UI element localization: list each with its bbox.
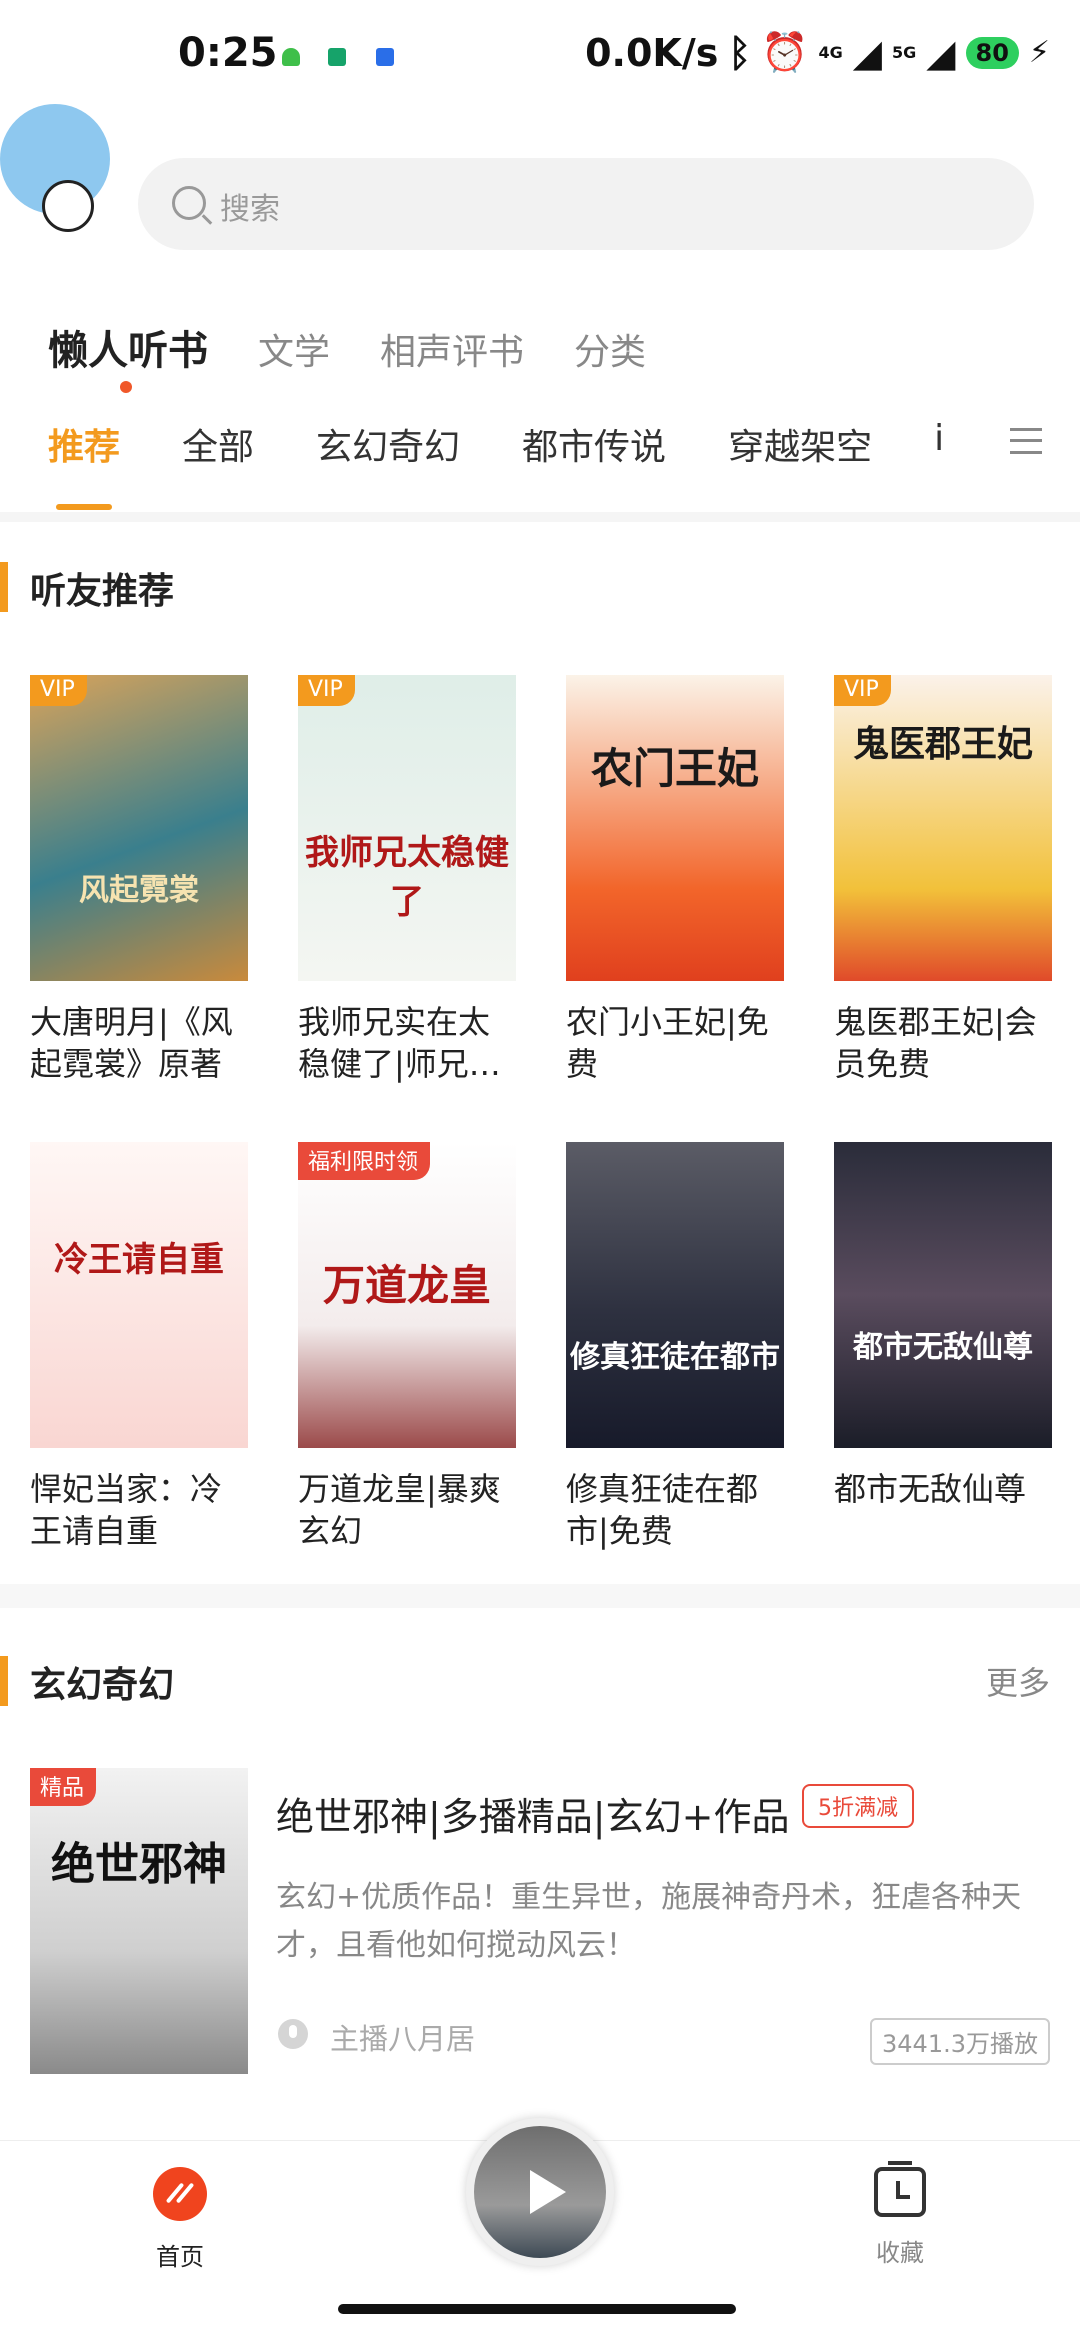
- divider: [0, 512, 1080, 522]
- book-card[interactable]: 修真狂徒在都市 修真狂徒在都市|免费: [566, 1142, 784, 1552]
- subtab-indicator: [56, 504, 112, 510]
- home-indicator[interactable]: [338, 2304, 736, 2314]
- cover-title: 我师兄太稳健了: [305, 833, 509, 922]
- menu-icon[interactable]: [1010, 428, 1042, 454]
- battery-level: 80: [965, 36, 1019, 69]
- cover-title: 万道龙皇: [322, 1261, 491, 1310]
- android-icon: [282, 48, 300, 66]
- play-count: 3441.3万播放: [870, 2018, 1050, 2065]
- status-right: 0.0K/s ᛒ ⏰ 4G ◢ 5G ◢ 80 ⚡: [585, 30, 1050, 75]
- book-title: 农门小王妃|免费: [566, 1003, 769, 1083]
- tab-lazy-audio[interactable]: 懒人听书: [48, 318, 208, 376]
- book-cover: 鬼医郡王妃 VIP: [834, 675, 1052, 981]
- signal-5g-icon: 5G: [892, 43, 917, 62]
- subtab-fantasy[interactable]: 玄幻奇幻: [316, 418, 460, 498]
- tab-literature[interactable]: 文学: [258, 323, 330, 375]
- book-card[interactable]: 都市无敌仙尊 都市无敌仙尊: [834, 1142, 1052, 1552]
- top-tabs: 懒人听书 文学 相声评书 分类: [48, 318, 646, 376]
- play-icon: [530, 2170, 566, 2214]
- subtab-timetravel[interactable]: 穿越架空: [728, 418, 872, 498]
- cover-title: 绝世邪神: [51, 1839, 227, 1890]
- search-placeholder: 搜索: [220, 192, 280, 227]
- host-name: 主播八月居: [330, 2022, 476, 2056]
- status-bar: 0:25 0.0K/s ᛒ ⏰ 4G ◢ 5G ◢ 80 ⚡: [0, 0, 1080, 110]
- home-icon: [153, 2167, 207, 2221]
- vip-badge: VIP: [834, 675, 891, 706]
- cover-title: 风起霓裳: [79, 873, 199, 908]
- subtab-urban[interactable]: 都市传说: [522, 418, 666, 498]
- book-title: 我师兄实在太稳健了|师兄…: [298, 1003, 501, 1083]
- book-card[interactable]: 鬼医郡王妃 VIP 鬼医郡王妃|会员免费: [834, 675, 1052, 1085]
- vip-badge: VIP: [298, 675, 355, 706]
- subtab-more[interactable]: i: [934, 418, 944, 498]
- book-title: 都市无敌仙尊: [834, 1470, 1027, 1508]
- book-cover: 冷王请自重: [30, 1142, 248, 1448]
- featured-description: 玄幻+优质作品！重生异世，施展神奇丹术，狂虐各种天才，且看他如何搅动风云！: [276, 1880, 1022, 1963]
- microphone-icon: [278, 2019, 308, 2049]
- book-title: 大唐明月|《风起霓裳》原著: [30, 1003, 233, 1083]
- search-icon: [172, 186, 206, 220]
- bluetooth-icon: ᛒ: [728, 30, 752, 75]
- cover-title: 农门王妃: [590, 744, 759, 793]
- book-card[interactable]: 农门王妃 农门小王妃|免费: [566, 675, 784, 1085]
- search-input[interactable]: 搜索: [138, 158, 1034, 250]
- nav-home[interactable]: 首页: [140, 2167, 220, 2272]
- more-link[interactable]: 更多: [986, 1658, 1050, 1704]
- network-speed: 0.0K/s: [585, 30, 719, 75]
- tab-category[interactable]: 分类: [574, 323, 646, 375]
- cover-title: 鬼医郡王妃: [852, 723, 1033, 765]
- tab-crosstalk[interactable]: 相声评书: [380, 323, 524, 375]
- featured-title[interactable]: 绝世邪神|多播精品|玄幻+作品: [276, 1786, 789, 1841]
- player-button[interactable]: [466, 2118, 614, 2266]
- sub-tabs: 推荐 全部 玄幻奇幻 都市传说 穿越架空 i: [48, 418, 968, 498]
- book-title: 悍妃当家：冷王请自重: [30, 1470, 223, 1550]
- notification-app-icon-2: [376, 48, 394, 66]
- history-icon: [874, 2161, 926, 2217]
- book-cover: 我师兄太稳健了 VIP: [298, 675, 516, 981]
- notification-app-icon: [328, 48, 346, 66]
- section-accent-bar: [0, 562, 8, 612]
- book-cover: 风起霓裳 VIP: [30, 675, 248, 981]
- player-artwork: [474, 2126, 606, 2258]
- charging-icon: ⚡: [1028, 35, 1050, 70]
- book-cover: 修真狂徒在都市: [566, 1142, 784, 1448]
- book-card[interactable]: 我师兄太稳健了 VIP 我师兄实在太稳健了|师兄…: [298, 675, 516, 1085]
- book-title: 鬼医郡王妃|会员免费: [834, 1003, 1037, 1083]
- section-title: 玄幻奇幻: [30, 1665, 175, 1706]
- book-cover: 万道龙皇 福利限时领: [298, 1142, 516, 1448]
- active-tab-dot: [120, 381, 132, 393]
- cover-title: 都市无敌仙尊: [853, 1330, 1033, 1365]
- avatar[interactable]: [0, 104, 110, 232]
- section-title: 听友推荐: [30, 571, 175, 612]
- discount-badge: 5折满减: [802, 1784, 914, 1828]
- book-cover: 农门王妃: [566, 675, 784, 981]
- subtab-all[interactable]: 全部: [182, 418, 254, 498]
- nav-favorites-label: 收藏: [876, 2239, 924, 2267]
- signal-icon-2: ◢: [926, 30, 956, 75]
- premium-badge: 精品: [30, 1768, 97, 1806]
- nav-favorites[interactable]: 收藏: [860, 2161, 940, 2268]
- face-icon: [42, 180, 94, 232]
- promo-badge: 福利限时领: [298, 1142, 431, 1180]
- section-accent-bar: [0, 1656, 8, 1706]
- book-title: 修真狂徒在都市|免费: [566, 1470, 759, 1550]
- status-time: 0:25: [178, 30, 278, 76]
- alarm-icon: ⏰: [761, 30, 809, 74]
- book-title: 万道龙皇|暴爽玄幻: [298, 1470, 501, 1550]
- cover-title: 冷王请自重: [54, 1240, 224, 1280]
- book-card[interactable]: 冷王请自重 悍妃当家：冷王请自重: [30, 1142, 248, 1552]
- subtab-recommend[interactable]: 推荐: [48, 418, 120, 498]
- book-card[interactable]: 风起霓裳 VIP 大唐明月|《风起霓裳》原著: [30, 675, 248, 1085]
- divider: [0, 1584, 1080, 1608]
- signal-4g-icon: 4G: [818, 43, 843, 62]
- book-cover: 都市无敌仙尊: [834, 1142, 1052, 1448]
- signal-icon: ◢: [852, 30, 883, 75]
- book-card[interactable]: 万道龙皇 福利限时领 万道龙皇|暴爽玄幻: [298, 1142, 516, 1552]
- featured-cover[interactable]: 绝世邪神 精品: [30, 1768, 248, 2074]
- nav-home-label: 首页: [156, 2243, 204, 2271]
- vip-badge: VIP: [30, 675, 87, 706]
- cover-title: 修真狂徒在都市: [570, 1340, 780, 1375]
